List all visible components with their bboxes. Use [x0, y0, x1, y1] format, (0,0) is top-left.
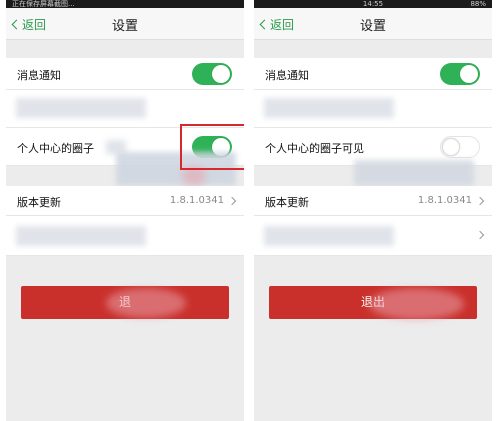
status-bar: 正在保存屏幕截图... [6, 0, 244, 8]
redacted-blur [369, 288, 464, 320]
setting-row-redacted [254, 90, 492, 128]
setting-row-redacted [254, 216, 492, 256]
redacted-blur [106, 288, 186, 318]
notifications-toggle[interactable] [440, 63, 480, 85]
setting-row-notifications[interactable]: 消息通知 [254, 58, 492, 90]
toggle-knob [460, 65, 478, 83]
setting-row-version[interactable]: 版本更新 1.8.1.0341 [254, 186, 492, 216]
battery-text: 88% [470, 0, 486, 8]
setting-label: 版本更新 [17, 196, 61, 209]
setting-row-redacted [6, 216, 244, 256]
highlight-annotation [180, 124, 246, 170]
redacted-blur [264, 226, 394, 246]
redacted-blur [354, 160, 474, 186]
version-value: 1.8.1.0341 [169, 195, 224, 206]
setting-row-redacted [6, 90, 244, 128]
page-title: 设置 [111, 19, 138, 34]
setting-label: 个人中心的圈子 [17, 142, 94, 155]
phone-screen-after: 14:55 88% 返回 设置 消息通知 个人中心的圈子可见 版本更新 1.8.… [254, 0, 492, 421]
nav-bar: 返回 设置 [6, 8, 244, 40]
version-value: 1.8.1.0341 [417, 195, 472, 206]
setting-label: 个人中心的圈子可见 [265, 142, 364, 155]
chevron-right-icon [227, 196, 237, 206]
page-title: 设置 [359, 19, 386, 34]
toggle-knob [212, 65, 230, 83]
toggle-knob [442, 138, 460, 156]
chevron-right-icon [475, 196, 485, 206]
setting-label: 消息通知 [265, 69, 309, 82]
status-left-text: 正在保存屏幕截图... [12, 0, 75, 8]
setting-label: 消息通知 [17, 69, 61, 82]
setting-row-notifications[interactable]: 消息通知 [6, 58, 244, 90]
redacted-blur [264, 98, 394, 118]
divider [244, 0, 254, 421]
redacted-blur [16, 226, 146, 246]
phone-screen-before: 正在保存屏幕截图... 返回 设置 消息通知 个人中心的圈子 版本更新 1.8.… [6, 0, 244, 421]
redacted-blur [16, 98, 146, 118]
status-time: 14:55 [362, 0, 384, 8]
circle-visibility-toggle[interactable] [440, 136, 480, 158]
chevron-right-icon [475, 230, 485, 240]
notifications-toggle[interactable] [192, 63, 232, 85]
nav-bar: 返回 设置 [254, 8, 492, 40]
setting-row-version[interactable]: 版本更新 1.8.1.0341 [6, 186, 244, 216]
status-bar: 14:55 88% [254, 0, 492, 8]
setting-label: 版本更新 [265, 196, 309, 209]
